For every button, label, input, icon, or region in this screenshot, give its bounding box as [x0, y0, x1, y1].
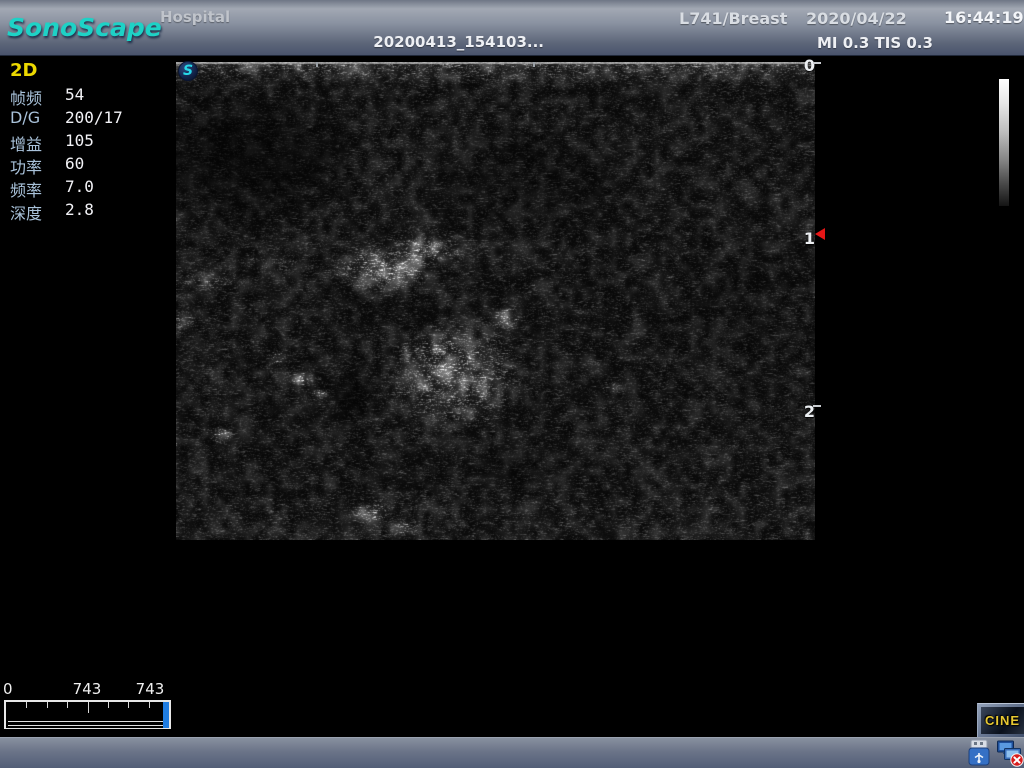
- depth-mark-0: 0: [799, 56, 815, 75]
- cine-scrubber-bar[interactable]: [4, 700, 171, 730]
- usb-device-icon[interactable]: [967, 739, 993, 767]
- cine-current-frame: 743: [73, 680, 102, 698]
- cine-position-indicator[interactable]: [163, 702, 169, 728]
- param-label: 帧频: [10, 85, 42, 109]
- depth-tick-2: [813, 405, 821, 407]
- param-value: 200/17: [65, 108, 123, 127]
- cine-tick: [47, 702, 48, 708]
- lower-gap: [0, 729, 1024, 737]
- width-tick-mark: [533, 62, 535, 67]
- param-value: 60: [65, 154, 84, 173]
- cine-button-label: CINE: [985, 713, 1020, 728]
- cine-tick: [26, 702, 27, 708]
- system-tray: [967, 739, 1022, 767]
- cine-tick: [128, 702, 129, 708]
- param-value: 7.0: [65, 177, 94, 196]
- param-row-frequency: 频率 7.0: [10, 177, 170, 199]
- system-time: 16:44:19: [944, 8, 1024, 27]
- cine-frame-labels: 0 743 743: [0, 680, 200, 698]
- mode-2d-label: 2D: [10, 60, 37, 81]
- param-value: 54: [65, 85, 84, 104]
- param-row-power: 功率 60: [10, 154, 170, 176]
- network-disconnected-icon[interactable]: [996, 739, 1022, 767]
- ultrasound-bmode-image[interactable]: [176, 62, 815, 540]
- hospital-name: Hospital: [160, 8, 230, 26]
- acoustic-output-mi-tis: MI 0.3 TIS 0.3: [817, 34, 933, 52]
- system-date: 2020/04/22: [806, 9, 907, 28]
- orientation-marker-letter: S: [183, 63, 193, 79]
- param-value: 105: [65, 131, 94, 150]
- taskbar: [0, 737, 1024, 768]
- depth-tick-0: [813, 62, 821, 64]
- param-row-gain: 增益 105: [10, 131, 170, 153]
- param-label: 深度: [10, 200, 42, 224]
- cine-tick: [67, 702, 68, 708]
- sonoscape-logo: SonoScape: [7, 13, 162, 42]
- cine-tick: [108, 702, 109, 708]
- top-status-bar: SonoScape Hospital 20200413_154103... L7…: [0, 0, 1024, 56]
- param-label: D/G: [10, 108, 40, 127]
- grayscale-map-bar: [999, 79, 1009, 206]
- cine-tick: [149, 702, 150, 708]
- ultrasound-system-screen: SonoScape Hospital 20200413_154103... L7…: [0, 0, 1024, 768]
- param-label: 功率: [10, 154, 42, 178]
- cine-total-frames: 743: [136, 680, 165, 698]
- param-label: 频率: [10, 177, 42, 201]
- cine-start-frame: 0: [3, 680, 13, 698]
- param-row-frame-rate: 帧频 54: [10, 85, 170, 107]
- cine-button[interactable]: CINE: [977, 703, 1024, 737]
- cine-button-screen: CINE: [981, 707, 1024, 734]
- orientation-marker-icon: S: [178, 61, 198, 81]
- depth-mark-1: 1: [799, 229, 815, 248]
- param-value: 2.8: [65, 200, 94, 219]
- param-label: 增益: [10, 131, 42, 155]
- probe-preset: L741/Breast: [679, 9, 787, 28]
- cine-tick: [88, 702, 89, 713]
- focus-marker-icon: [815, 228, 825, 240]
- param-row-depth: 深度 2.8: [10, 200, 170, 222]
- ultrasound-canvas: [176, 62, 815, 540]
- param-row-dynamic-range: D/G 200/17: [10, 108, 170, 130]
- width-tick-mark: [316, 62, 318, 67]
- exam-file-name: 20200413_154103...: [372, 33, 544, 51]
- cine-track: [8, 721, 167, 726]
